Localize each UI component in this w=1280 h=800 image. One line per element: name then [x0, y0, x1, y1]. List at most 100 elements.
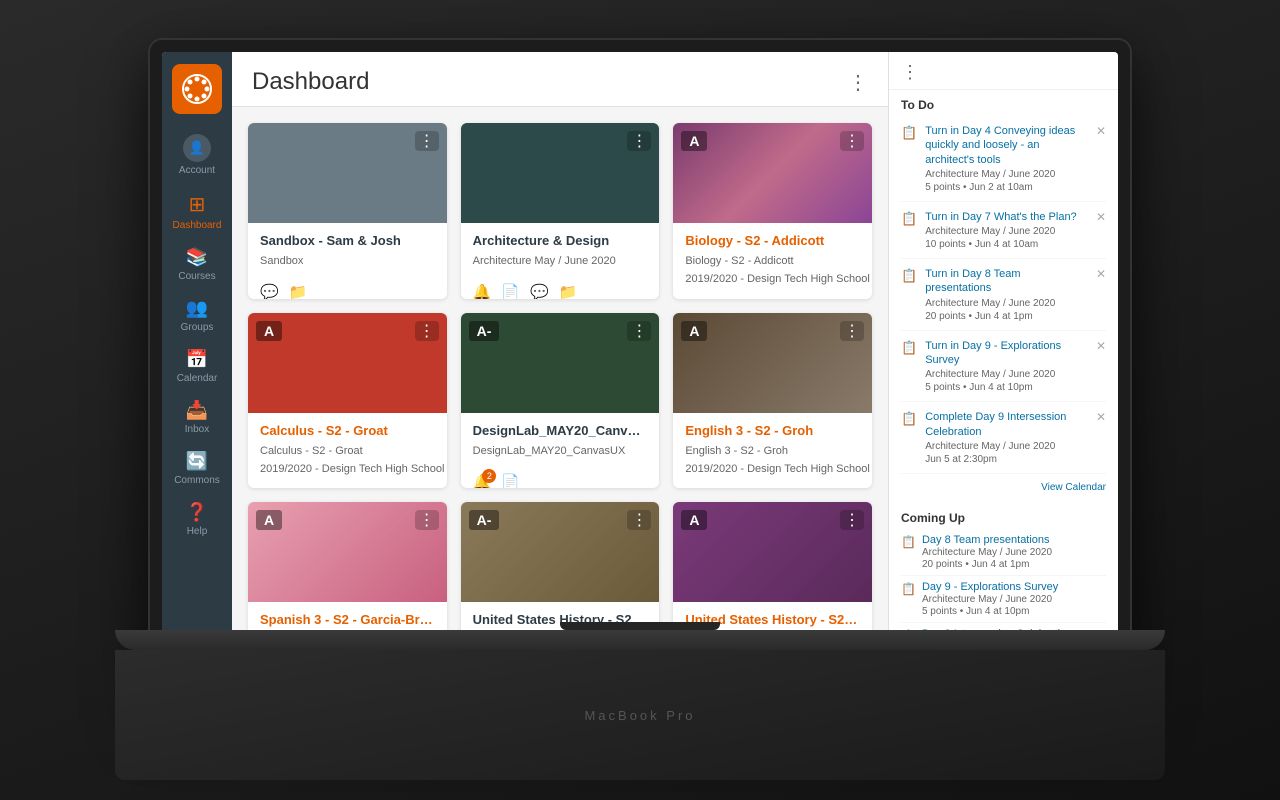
card-subtitle-designlab: DesignLab_MAY20_CanvasUX	[473, 445, 626, 457]
card-more-bio[interactable]: ⋮	[840, 131, 864, 151]
card-body-designlab: DesignLab_MAY20_CanvasUX DesignLab_MAY20…	[461, 413, 660, 467]
todo-close-2[interactable]: ✕	[1096, 210, 1106, 224]
card-more-sandbox[interactable]: ⋮	[415, 131, 439, 151]
todo-link-2[interactable]: Turn in Day 7 What's the Plan?	[925, 210, 1088, 224]
card-more-spanish3[interactable]: ⋮	[415, 510, 439, 530]
app-logo[interactable]	[172, 64, 222, 114]
card-subtitle2-calc: 2019/2020 - Design Tech High School - S.…	[260, 463, 447, 475]
card-image-ushistory2: A ⋮	[673, 502, 872, 602]
card-body-eng3: English 3 - S2 - Groh English 3 - S2 - G…	[673, 413, 872, 485]
card-image-ushistory1: A- ⋮	[461, 502, 660, 602]
bell-icon[interactable]: 🔔	[473, 283, 492, 299]
card-more-eng3[interactable]: ⋮	[840, 321, 864, 341]
doc-icon[interactable]: 📄	[501, 473, 520, 489]
card-subtitle-arch: Architecture May / June 2020	[473, 255, 616, 267]
coming-meta-course-1: Architecture May / June 2020	[922, 547, 1052, 558]
todo-item-5: 📋 Complete Day 9 Intersession Celebratio…	[901, 402, 1106, 474]
todo-meta-course-1: Architecture May / June 2020	[925, 169, 1088, 180]
course-cards-grid: ⋮ Sandbox - Sam & Josh Sandbox 💬 📁	[232, 107, 888, 688]
card-image-eng3: A ⋮	[673, 313, 872, 413]
todo-close-4[interactable]: ✕	[1096, 339, 1106, 353]
card-title-calc[interactable]: Calculus - S2 - Groat	[260, 423, 435, 438]
card-image-designlab: A- ⋮	[461, 313, 660, 413]
card-subtitle-eng3: English 3 - S2 - Groh	[685, 445, 788, 457]
todo-meta-course-4: Architecture May / June 2020	[925, 369, 1088, 380]
todo-icon-1: 📋	[901, 125, 917, 141]
view-calendar-link[interactable]: View Calendar	[1041, 478, 1106, 497]
coming-icon-1: 📋	[901, 535, 916, 549]
card-image-calc: A ⋮	[248, 313, 447, 413]
sidebar-item-groups[interactable]: 👥 Groups	[162, 290, 232, 341]
page-title: Dashboard	[252, 68, 369, 96]
todo-close-5[interactable]: ✕	[1096, 410, 1106, 424]
card-subtitle-calc: Calculus - S2 - Groat	[260, 445, 363, 457]
coming-meta-points-1: 20 points • Jun 4 at 1pm	[922, 559, 1052, 570]
account-avatar: 👤	[183, 134, 211, 162]
chat-icon[interactable]: 💬	[260, 283, 279, 299]
todo-close-1[interactable]: ✕	[1096, 124, 1106, 138]
card-more-designlab[interactable]: ⋮	[627, 321, 651, 341]
todo-meta-course-5: Architecture May / June 2020	[925, 441, 1088, 452]
sidebar: 👤 Account ⊞ Dashboard 📚 Courses 👥	[162, 52, 232, 688]
todo-body-5: Complete Day 9 Intersession Celebration …	[925, 410, 1088, 465]
todo-item-1: 📋 Turn in Day 4 Conveying ideas quickly …	[901, 116, 1106, 202]
sidebar-label-dashboard: Dashboard	[173, 220, 222, 231]
folder-icon[interactable]: 📁	[289, 283, 308, 299]
todo-link-3[interactable]: Turn in Day 8 Team presentations	[925, 267, 1088, 296]
card-title-arch[interactable]: Architecture & Design	[473, 233, 648, 248]
todo-link-1[interactable]: Turn in Day 4 Conveying ideas quickly an…	[925, 124, 1088, 167]
sidebar-item-courses[interactable]: 📚 Courses	[162, 239, 232, 290]
chat-icon[interactable]: 💬	[530, 283, 549, 299]
card-title-designlab[interactable]: DesignLab_MAY20_CanvasUX	[473, 423, 648, 438]
todo-icon-3: 📋	[901, 268, 917, 284]
right-panel: ⋮ To Do 📋 Turn in Day 4 Conveying ideas …	[888, 52, 1118, 688]
todo-close-3[interactable]: ✕	[1096, 267, 1106, 281]
sidebar-item-inbox[interactable]: 📥 Inbox	[162, 392, 232, 443]
card-title-eng3[interactable]: English 3 - S2 - Groh	[685, 423, 860, 438]
coming-up-section-label: Coming Up	[901, 503, 1106, 529]
coming-body-1: Day 8 Team presentations Architecture Ma…	[922, 534, 1052, 570]
sidebar-item-account[interactable]: 👤 Account	[162, 126, 232, 184]
grade-badge-bio: A	[681, 131, 707, 151]
panel-more-button[interactable]: ⋮	[901, 62, 919, 83]
todo-section-label: To Do	[901, 90, 1106, 116]
laptop-brand-label: MacBook Pro	[584, 708, 695, 723]
doc-icon[interactable]: 📄	[501, 283, 520, 299]
todo-body-1: Turn in Day 4 Conveying ideas quickly an…	[925, 124, 1088, 193]
coming-link-2[interactable]: Day 9 - Explorations Survey	[922, 581, 1058, 593]
sidebar-item-commons[interactable]: 🔄 Commons	[162, 443, 232, 494]
folder-icon[interactable]: 📁	[559, 283, 578, 299]
grade-badge-ushistory1: A-	[469, 510, 500, 530]
card-body-bio: Biology - S2 - Addicott Biology - S2 - A…	[673, 223, 872, 295]
coming-icon-2: 📋	[901, 582, 916, 596]
todo-meta-points-4: 5 points • Jun 4 at 10pm	[925, 382, 1088, 393]
todo-item-4: 📋 Turn in Day 9 - Explorations Survey Ar…	[901, 331, 1106, 403]
todo-item-3: 📋 Turn in Day 8 Team presentations Archi…	[901, 259, 1106, 331]
todo-meta-points-3: 20 points • Jun 4 at 1pm	[925, 311, 1088, 322]
grade-badge-calc: A	[256, 321, 282, 341]
sidebar-item-dashboard[interactable]: ⊞ Dashboard	[162, 184, 232, 239]
sidebar-item-calendar[interactable]: 📅 Calendar	[162, 341, 232, 392]
card-body-sandbox: Sandbox - Sam & Josh Sandbox	[248, 223, 447, 277]
course-card-arch: ⋮ Architecture & Design Architecture May…	[461, 123, 660, 299]
card-actions-sandbox: 💬 📁	[248, 277, 447, 299]
sidebar-item-help[interactable]: ❓ Help	[162, 494, 232, 545]
course-card-sandbox: ⋮ Sandbox - Sam & Josh Sandbox 💬 📁	[248, 123, 447, 299]
card-more-calc[interactable]: ⋮	[415, 321, 439, 341]
todo-meta-points-5: Jun 5 at 2:30pm	[925, 454, 1088, 465]
card-more-arch[interactable]: ⋮	[627, 131, 651, 151]
card-actions-calc: 🔔 📄 💬 📁	[248, 485, 447, 489]
card-actions-arch: 🔔 📄 💬 📁	[461, 277, 660, 299]
todo-meta-points-2: 10 points • Jun 4 at 10am	[925, 239, 1088, 250]
todo-link-4[interactable]: Turn in Day 9 - Explorations Survey	[925, 339, 1088, 368]
todo-body-3: Turn in Day 8 Team presentations Archite…	[925, 267, 1088, 322]
coming-link-1[interactable]: Day 8 Team presentations	[922, 534, 1052, 546]
card-more-ushistory2[interactable]: ⋮	[840, 510, 864, 530]
sidebar-label-account: Account	[179, 165, 215, 176]
bell-with-badge[interactable]: 🔔 2	[473, 473, 492, 489]
todo-link-5[interactable]: Complete Day 9 Intersession Celebration	[925, 410, 1088, 439]
card-more-ushistory1[interactable]: ⋮	[627, 510, 651, 530]
card-title-bio[interactable]: Biology - S2 - Addicott	[685, 233, 860, 248]
header-more-button[interactable]: ⋮	[848, 70, 868, 95]
card-title-sandbox[interactable]: Sandbox - Sam & Josh	[260, 233, 435, 248]
